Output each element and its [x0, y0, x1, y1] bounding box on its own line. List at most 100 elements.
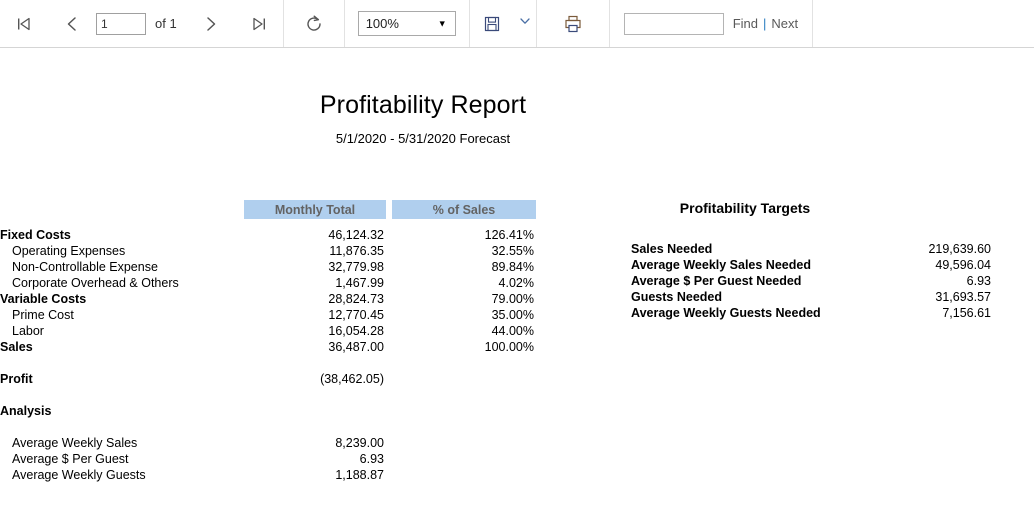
- row-label: Sales: [0, 340, 33, 354]
- first-page-icon: [14, 14, 34, 34]
- row-label: Average Weekly Sales: [12, 436, 138, 450]
- table-row: Labor 16,054.28 44.00%: [0, 323, 545, 339]
- target-row: Guests Needed 31,693.57: [600, 289, 1020, 305]
- first-page-button[interactable]: [0, 0, 48, 47]
- row-monthly-total: 8,239.00: [335, 436, 384, 450]
- row-percent-of-sales: 32.55%: [491, 244, 534, 258]
- save-disk-icon: [482, 14, 502, 34]
- report-subtitle: 5/1/2020 - 5/31/2020 Forecast: [335, 131, 511, 146]
- target-value: 7,156.61: [942, 306, 991, 320]
- report-viewer-toolbar: of 1: [0, 0, 1034, 48]
- row-label: Fixed Costs: [0, 228, 71, 242]
- target-label: Average $ Per Guest Needed: [631, 274, 802, 288]
- row-label: Analysis: [0, 404, 52, 418]
- row-monthly-total: 6.93: [359, 452, 384, 466]
- save-export-dropdown-button[interactable]: [514, 0, 536, 47]
- row-label: Average $ Per Guest: [12, 452, 129, 466]
- refresh-group: [284, 0, 345, 47]
- find-button[interactable]: Find: [733, 16, 758, 31]
- export-group: [470, 0, 537, 47]
- print-button[interactable]: [537, 0, 609, 47]
- last-page-icon: [249, 14, 269, 34]
- find-separator: |: [762, 16, 767, 31]
- table-row: Fixed Costs 46,124.32 126.41%: [0, 227, 545, 243]
- refresh-icon: [303, 13, 325, 35]
- pagination-group: of 1: [0, 0, 284, 47]
- row-monthly-total: 1,467.99: [335, 276, 384, 290]
- target-row: Average Weekly Sales Needed 49,596.04: [600, 257, 1020, 273]
- refresh-button[interactable]: [284, 0, 344, 47]
- target-row: Average $ Per Guest Needed 6.93: [600, 273, 1020, 289]
- target-label: Sales Needed: [631, 242, 713, 256]
- target-label: Average Weekly Sales Needed: [631, 258, 811, 272]
- find-group: Find | Next: [610, 0, 814, 47]
- find-input[interactable]: [623, 12, 724, 35]
- target-value: 31,693.57: [935, 290, 991, 304]
- table-row: Variable Costs 28,824.73 79.00%: [0, 291, 545, 307]
- row-percent-of-sales: 35.00%: [491, 308, 534, 322]
- target-label: Average Weekly Guests Needed: [631, 306, 821, 320]
- table-row: Analysis: [0, 403, 545, 419]
- table-row: Corporate Overhead & Others 1,467.99 4.02%: [0, 275, 545, 291]
- row-label: Prime Cost: [12, 308, 74, 322]
- next-page-icon: [201, 14, 221, 34]
- page-number-input[interactable]: [96, 12, 146, 35]
- row-label: Operating Expenses: [12, 244, 126, 258]
- zoom-group: 100% ▼: [345, 0, 470, 47]
- row-monthly-total: 1,188.87: [335, 468, 384, 482]
- target-row: Sales Needed 219,639.60: [600, 241, 1020, 257]
- row-label: Variable Costs: [0, 292, 87, 306]
- table-row: Average Weekly Guests 1,188.87: [0, 467, 545, 483]
- chevron-down-icon: [518, 14, 532, 33]
- page-count-label: of 1: [155, 16, 177, 31]
- zoom-level-select[interactable]: 100% ▼: [357, 11, 456, 36]
- target-value: 49,596.04: [935, 258, 991, 272]
- target-value: 219,639.60: [928, 242, 991, 256]
- targets-title: Profitability Targets: [679, 200, 811, 216]
- column-header-percent-of-sales: % of Sales: [392, 200, 536, 219]
- previous-page-button[interactable]: [48, 0, 96, 47]
- table-row: Operating Expenses 11,876.35 32.55%: [0, 243, 545, 259]
- row-monthly-total: 36,487.00: [328, 340, 384, 354]
- page-title: Profitability Report: [319, 91, 527, 119]
- table-row: Profit (38,462.05): [0, 371, 545, 387]
- row-monthly-total: 32,779.98: [328, 260, 384, 274]
- save-export-button[interactable]: [470, 0, 514, 47]
- row-label: Profit: [0, 372, 33, 386]
- zoom-level-value: 100%: [365, 16, 399, 31]
- row-monthly-total: (38,462.05): [320, 372, 384, 386]
- row-monthly-total: 16,054.28: [328, 324, 384, 338]
- target-row: Average Weekly Guests Needed 7,156.61: [600, 305, 1020, 321]
- print-group: [537, 0, 610, 47]
- printer-icon: [562, 13, 584, 35]
- row-label: Corporate Overhead & Others: [12, 276, 179, 290]
- report-canvas: Profitability Report 5/1/2020 - 5/31/202…: [0, 48, 1034, 518]
- row-label: Non-Controllable Expense: [12, 260, 158, 274]
- row-percent-of-sales: 126.41%: [484, 228, 534, 242]
- target-value: 6.93: [966, 274, 991, 288]
- table-row: Non-Controllable Expense 32,779.98 89.84%: [0, 259, 545, 275]
- row-monthly-total: 11,876.35: [329, 244, 384, 258]
- column-header-monthly-total: Monthly Total: [244, 200, 386, 219]
- row-label: Labor: [12, 324, 44, 338]
- table-row: Prime Cost 12,770.45 35.00%: [0, 307, 545, 323]
- chevron-down-icon: ▼: [437, 18, 447, 28]
- table-row: Sales 36,487.00 100.00%: [0, 339, 545, 355]
- row-monthly-total: 12,770.45: [328, 308, 384, 322]
- table-row: Average Weekly Sales 8,239.00: [0, 435, 545, 451]
- row-percent-of-sales: 44.00%: [491, 324, 534, 338]
- row-label: Average Weekly Guests: [12, 468, 146, 482]
- previous-page-icon: [62, 14, 82, 34]
- row-monthly-total: 46,124.32: [328, 228, 384, 242]
- row-percent-of-sales: 4.02%: [498, 276, 534, 290]
- row-percent-of-sales: 89.84%: [491, 260, 534, 274]
- row-percent-of-sales: 100.00%: [484, 340, 534, 354]
- last-page-button[interactable]: [235, 0, 283, 47]
- row-monthly-total: 28,824.73: [328, 292, 384, 306]
- row-percent-of-sales: 79.00%: [491, 292, 534, 306]
- target-label: Guests Needed: [631, 290, 723, 304]
- find-next-button[interactable]: Next: [771, 16, 798, 31]
- next-page-button[interactable]: [187, 0, 235, 47]
- table-row: Average $ Per Guest 6.93: [0, 451, 545, 467]
